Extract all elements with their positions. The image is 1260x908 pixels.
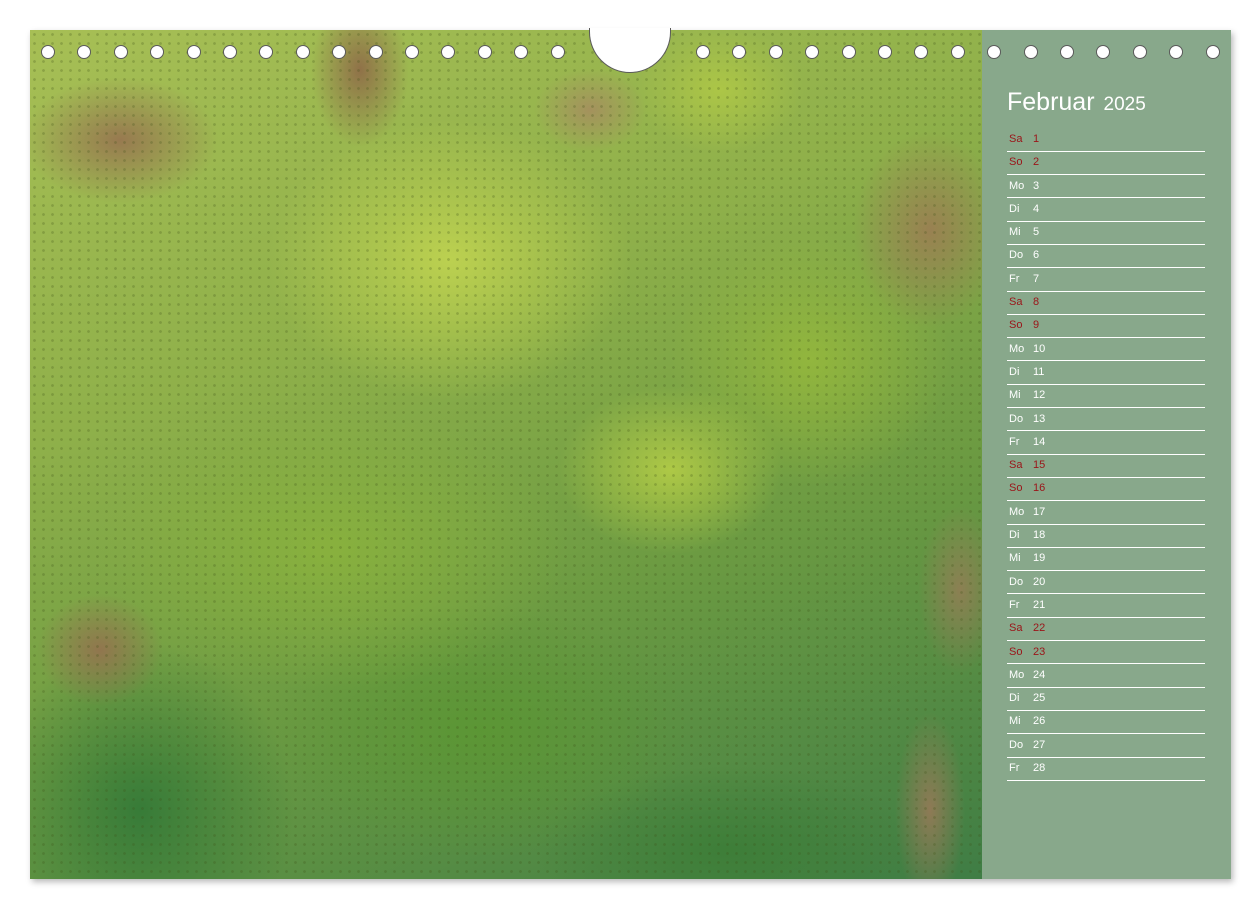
day-number: 24 — [1033, 668, 1046, 681]
day-number: 4 — [1033, 202, 1040, 215]
day-row: So 9 — [1007, 316, 1205, 339]
year-label: 2025 — [1103, 94, 1146, 115]
weekday-label: Sa — [1009, 133, 1023, 145]
day-number: 14 — [1033, 435, 1046, 448]
day-row: Mo 10 — [1007, 340, 1205, 362]
day-number: 9 — [1033, 319, 1040, 332]
day-number: 13 — [1033, 412, 1046, 425]
weekday-label: Fr — [1009, 272, 1020, 285]
weekday-label: Di — [1009, 365, 1020, 378]
day-row: Di 11 — [1007, 363, 1205, 385]
day-row: Fr 21 — [1007, 596, 1205, 618]
day-number: 27 — [1033, 738, 1046, 751]
day-row: Di 4 — [1007, 200, 1205, 222]
weekday-label: Fr — [1009, 598, 1020, 611]
weekday-label: So — [1009, 319, 1023, 332]
day-row: Mo 3 — [1007, 177, 1205, 199]
day-number: 6 — [1033, 249, 1040, 262]
day-number: 19 — [1033, 552, 1046, 565]
weekday-label: Mo — [1009, 505, 1025, 518]
day-row: Sa 1 — [1007, 130, 1205, 152]
day-row: Fr 28 — [1007, 759, 1205, 781]
day-number: 2 — [1033, 156, 1040, 169]
day-row: So 16 — [1007, 479, 1205, 502]
day-row: Mi 5 — [1007, 223, 1205, 245]
day-row: Di 18 — [1007, 526, 1205, 548]
day-number: 5 — [1033, 226, 1040, 239]
weekday-label: Mi — [1009, 715, 1021, 728]
weekday-label: Mo — [1009, 342, 1025, 355]
day-row: Di 25 — [1007, 689, 1205, 711]
weekday-label: Mi — [1009, 226, 1021, 239]
weekday-label: Mi — [1009, 389, 1021, 402]
weekday-label: So — [1009, 156, 1023, 169]
day-number: 15 — [1033, 459, 1046, 472]
weekday-label: Sa — [1009, 296, 1023, 309]
day-row: Do 13 — [1007, 410, 1205, 432]
weekday-label: Sa — [1009, 622, 1023, 635]
weekday-label: Do — [1009, 249, 1024, 262]
day-number: 11 — [1033, 365, 1045, 378]
day-number: 21 — [1033, 598, 1046, 611]
day-row: Mo 17 — [1007, 503, 1205, 525]
day-number: 17 — [1033, 505, 1046, 518]
day-row: So 23 — [1007, 643, 1205, 665]
weekday-label: Mi — [1009, 552, 1021, 565]
day-number: 22 — [1033, 622, 1046, 635]
day-number: 7 — [1033, 272, 1040, 285]
calendar-page: Februar 2025 Sa 1 So 2 Mo 3 Di 4 Mi 5 Do 6 Fr 7 Sa 8 So 9… — [30, 30, 1231, 879]
day-row: Do 20 — [1007, 573, 1205, 595]
weekday-label: Di — [1009, 202, 1020, 215]
weekday-label: Do — [1009, 738, 1024, 751]
weekday-label: Fr — [1009, 435, 1020, 448]
weekday-label: So — [1009, 645, 1023, 658]
day-number: 26 — [1033, 715, 1046, 728]
day-number: 1 — [1033, 133, 1040, 145]
day-list: Sa 1 So 2 Mo 3 Di 4 Mi 5 Do 6 Fr 7 Sa 8 So 9 Mo 10 Di 11 Mi 12 D… — [1007, 130, 1205, 782]
day-number: 12 — [1033, 389, 1046, 402]
day-row: Fr 14 — [1007, 433, 1205, 455]
month-title: Februar 2025 — [1007, 88, 1146, 117]
calendar-panel: Februar 2025 Sa 1 So 2 Mo 3 Di 4 Mi 5 Do 6 Fr 7 Sa 8 So 9… — [982, 30, 1231, 879]
day-row: Do 27 — [1007, 736, 1205, 758]
weekday-label: So — [1009, 482, 1023, 495]
day-row: Mi 19 — [1007, 549, 1205, 572]
weekday-label: Di — [1009, 692, 1020, 705]
weekday-label: Do — [1009, 575, 1024, 588]
day-row: Sa 8 — [1007, 293, 1205, 315]
day-number: 10 — [1033, 342, 1046, 355]
day-row: So 2 — [1007, 153, 1205, 176]
day-number: 25 — [1033, 692, 1046, 705]
day-row: Mo 24 — [1007, 666, 1205, 688]
day-number: 16 — [1033, 482, 1046, 495]
day-row: Mi 12 — [1007, 386, 1205, 409]
weekday-label: Mo — [1009, 668, 1025, 681]
day-row: Sa 22 — [1007, 619, 1205, 642]
weekday-label: Di — [1009, 529, 1020, 542]
weekday-label: Fr — [1009, 762, 1020, 775]
day-number: 8 — [1033, 296, 1040, 309]
weekday-label: Sa — [1009, 459, 1023, 472]
day-number: 28 — [1033, 762, 1046, 775]
day-number: 3 — [1033, 179, 1040, 192]
day-number: 23 — [1033, 645, 1046, 658]
day-row: Fr 7 — [1007, 270, 1205, 292]
algae-photo — [30, 30, 982, 879]
month-name: Februar — [1007, 88, 1095, 116]
weekday-label: Do — [1009, 412, 1024, 425]
day-row: Do 6 — [1007, 246, 1205, 269]
day-number: 18 — [1033, 529, 1046, 542]
day-number: 20 — [1033, 575, 1046, 588]
day-row: Mi 26 — [1007, 712, 1205, 735]
day-row: Sa 15 — [1007, 456, 1205, 478]
weekday-label: Mo — [1009, 179, 1025, 192]
